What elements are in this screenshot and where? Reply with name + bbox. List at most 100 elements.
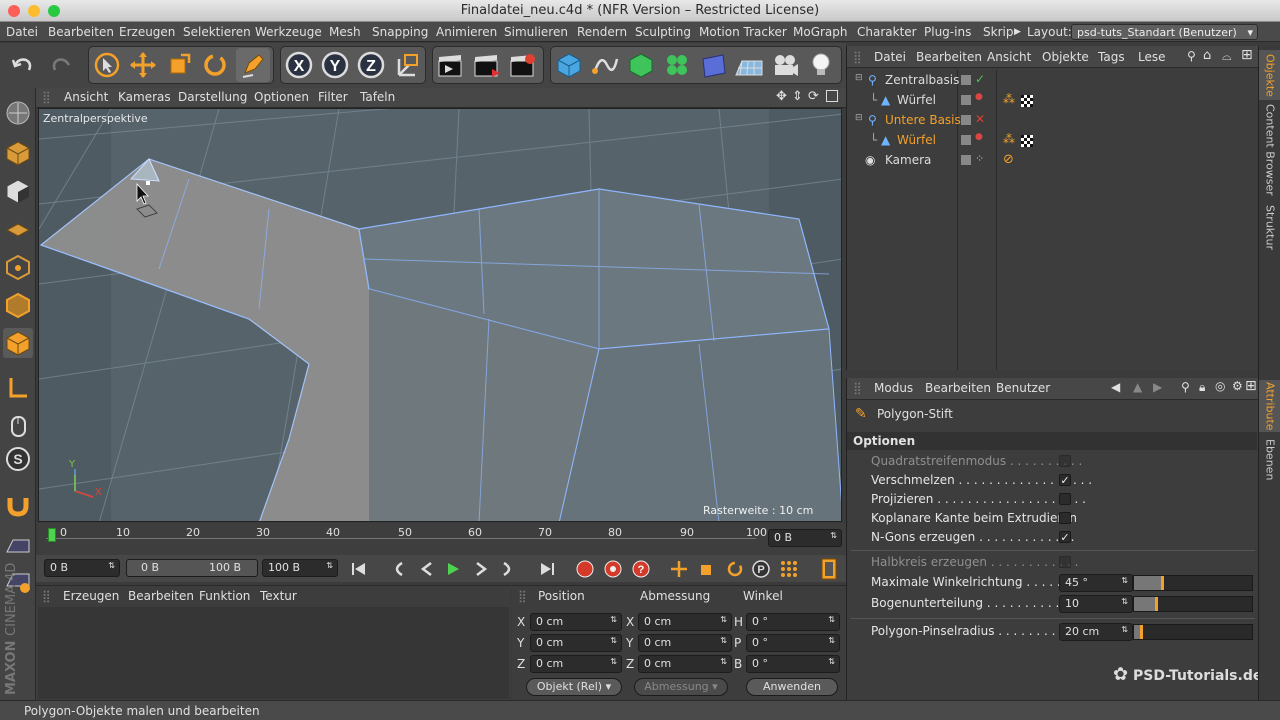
quadratstreifenmodus-checkbox[interactable] bbox=[1059, 455, 1071, 467]
menu-datei[interactable]: Datei bbox=[6, 25, 38, 39]
model-mode-button[interactable] bbox=[3, 138, 33, 168]
3d-viewport[interactable]: Zentralperspektive Rasterweite : 10 cm Y… bbox=[38, 108, 842, 522]
object-menu-tags[interactable]: Tags bbox=[1098, 50, 1125, 64]
object-row-zentralbasis[interactable]: ⊟ ⚲ Zentralbasis ✓ bbox=[851, 72, 1255, 92]
menu-overflow-arrow-icon[interactable]: ▶ bbox=[1014, 27, 1021, 37]
size-y-field[interactable]: 0 cm ⇅ bbox=[638, 634, 732, 652]
timeline[interactable]: 0 10 20 30 40 50 60 70 80 90 100 0 B ⇅ bbox=[38, 523, 846, 555]
parameter-key-button[interactable]: P bbox=[750, 558, 772, 580]
floor-button[interactable] bbox=[732, 48, 766, 82]
ngons-erzeugen-checkbox[interactable]: ✓ bbox=[1059, 531, 1071, 543]
search-icon[interactable]: ⚲ bbox=[1187, 49, 1196, 63]
object-row-wuerfel-2[interactable]: └ ▲ Würfel ● ⁂ bbox=[851, 132, 1255, 152]
menu-mesh[interactable]: Mesh bbox=[329, 25, 361, 39]
tab-content-browser[interactable]: Content Browser bbox=[1259, 104, 1280, 196]
viewport-menu-kameras[interactable]: Kameras bbox=[118, 90, 171, 104]
menu-rendern[interactable]: Rendern bbox=[577, 25, 627, 39]
pinselradius-field[interactable]: 20 cm ⇅ bbox=[1059, 623, 1133, 641]
winkelrichtung-slider[interactable] bbox=[1133, 575, 1253, 591]
rotation-b-field[interactable]: 0 ° ⇅ bbox=[746, 655, 840, 673]
material-menu-erzeugen[interactable]: Erzeugen bbox=[63, 589, 119, 603]
previous-frame-button[interactable] bbox=[416, 558, 438, 580]
gear-icon[interactable]: ⚙ bbox=[1232, 379, 1243, 393]
position-y-field[interactable]: 0 cm ⇅ bbox=[530, 634, 622, 652]
next-key-button[interactable] bbox=[498, 558, 520, 580]
verschmelzen-checkbox[interactable]: ✓ bbox=[1059, 474, 1071, 486]
position-z-field[interactable]: 0 cm ⇅ bbox=[530, 655, 622, 673]
max-time-field[interactable]: 100 B ⇅ bbox=[262, 559, 338, 577]
axis-x-lock-button[interactable]: X bbox=[282, 48, 316, 82]
deformer-button[interactable] bbox=[696, 48, 730, 82]
floor-grid-toggle[interactable] bbox=[3, 530, 33, 560]
menu-charakter[interactable]: Charakter bbox=[857, 25, 917, 39]
collapse-icon[interactable]: ⊟ bbox=[855, 73, 863, 83]
collapse-icon[interactable]: ⊟ bbox=[855, 113, 863, 123]
viewport-rotate-icon[interactable]: ⟳ bbox=[808, 89, 819, 104]
phong-tag-icon[interactable]: ⁂ bbox=[1003, 92, 1015, 106]
menu-mograph[interactable]: MoGraph bbox=[793, 25, 848, 39]
bogenunterteilung-field[interactable]: 10 ⇅ bbox=[1059, 595, 1133, 613]
menu-erzeugen[interactable]: Erzeugen bbox=[119, 25, 175, 39]
visibility-dots-icon[interactable]: ⁘ bbox=[975, 152, 984, 165]
new-view-icon[interactable]: ⊞ bbox=[1245, 378, 1257, 394]
home-icon[interactable]: ⌂ bbox=[1203, 48, 1211, 63]
object-menu-ansicht[interactable]: Ansicht bbox=[987, 50, 1031, 64]
polygon-pen-tool[interactable] bbox=[236, 48, 270, 82]
camera-button[interactable] bbox=[768, 48, 802, 82]
menu-simulieren[interactable]: Simulieren bbox=[504, 25, 568, 39]
object-menu-bearbeiten[interactable]: Bearbeiten bbox=[916, 50, 982, 64]
object-menu-lesezeichen[interactable]: Lese bbox=[1138, 50, 1166, 64]
auto-key-button[interactable] bbox=[602, 558, 624, 580]
tab-struktur[interactable]: Struktur bbox=[1259, 202, 1280, 252]
redo-button[interactable] bbox=[44, 48, 78, 82]
subdivision-button[interactable] bbox=[624, 48, 658, 82]
scale-tool[interactable] bbox=[162, 48, 196, 82]
object-row-untere-basis[interactable]: ⊟ ⚲ Untere Basis ✕ bbox=[851, 112, 1255, 132]
object-row-wuerfel-1[interactable]: └ ▲ Würfel ● ⁂ bbox=[851, 92, 1255, 112]
menu-werkzeuge[interactable]: Werkzeuge bbox=[255, 25, 322, 39]
attribute-menu-benutzer[interactable]: Benutzer bbox=[996, 381, 1050, 395]
size-z-field[interactable]: 0 cm ⇅ bbox=[638, 655, 732, 673]
viewport-menu-darstellung[interactable]: Darstellung bbox=[178, 90, 247, 104]
bogenunterteilung-slider[interactable] bbox=[1133, 596, 1253, 612]
viewport-maximize-icon[interactable] bbox=[826, 90, 838, 102]
material-list-area[interactable] bbox=[38, 607, 509, 699]
record-key-button[interactable] bbox=[574, 558, 596, 580]
rotate-tool[interactable] bbox=[198, 48, 232, 82]
viewport-menu-tafeln[interactable]: Tafeln bbox=[360, 90, 395, 104]
render-picture-viewer-button[interactable] bbox=[470, 48, 504, 82]
target-icon[interactable]: ◎ bbox=[1215, 379, 1225, 393]
go-to-end-button[interactable] bbox=[536, 558, 558, 580]
apply-button[interactable]: Anwenden bbox=[746, 678, 838, 696]
position-key-button[interactable] bbox=[668, 558, 690, 580]
coordinate-mode-dropdown[interactable]: Objekt (Rel) ▾ bbox=[526, 678, 622, 696]
tab-objekte[interactable]: Objekte bbox=[1259, 50, 1280, 100]
play-button[interactable] bbox=[442, 558, 464, 580]
viewport-move-icon[interactable]: ✥ bbox=[776, 89, 787, 104]
workplane-mode-button[interactable] bbox=[3, 214, 33, 244]
lock-icon[interactable]: 🔒︎ bbox=[1199, 380, 1205, 395]
object-menu-datei[interactable]: Datei bbox=[874, 50, 906, 64]
make-editable-button[interactable] bbox=[3, 98, 33, 128]
halbkreis-erzeugen-checkbox[interactable] bbox=[1059, 556, 1071, 568]
visibility-dots-icon[interactable]: ● bbox=[975, 92, 983, 102]
viewport-menu-optionen[interactable]: Optionen bbox=[254, 90, 309, 104]
phong-tag-icon[interactable]: ⁂ bbox=[1003, 132, 1015, 146]
previous-key-button[interactable] bbox=[386, 558, 408, 580]
axis-mode-button[interactable] bbox=[3, 372, 33, 402]
object-row-kamera[interactable]: ◉ Kamera ⁘ ⊘ bbox=[851, 152, 1255, 172]
current-frame-field[interactable]: 0 B ⇅ bbox=[768, 529, 842, 547]
new-view-icon[interactable]: ⊞ bbox=[1241, 47, 1253, 63]
material-menu-textur[interactable]: Textur bbox=[260, 589, 297, 603]
disabled-cross-icon[interactable]: ✕ bbox=[975, 112, 985, 126]
points-mode-button[interactable] bbox=[3, 252, 33, 282]
render-view-button[interactable] bbox=[434, 48, 468, 82]
hierarchy-icon[interactable]: ⌓ bbox=[1222, 49, 1232, 64]
axis-z-lock-button[interactable]: Z bbox=[354, 48, 388, 82]
live-selection-tool[interactable] bbox=[90, 48, 124, 82]
viewport-menu-filter[interactable]: Filter bbox=[318, 90, 348, 104]
up-arrow-icon[interactable]: ▲ bbox=[1133, 380, 1142, 394]
move-tool[interactable] bbox=[126, 48, 160, 82]
menu-skript[interactable]: Skrip bbox=[983, 25, 1013, 39]
rotation-h-field[interactable]: 0 ° ⇅ bbox=[746, 613, 840, 631]
